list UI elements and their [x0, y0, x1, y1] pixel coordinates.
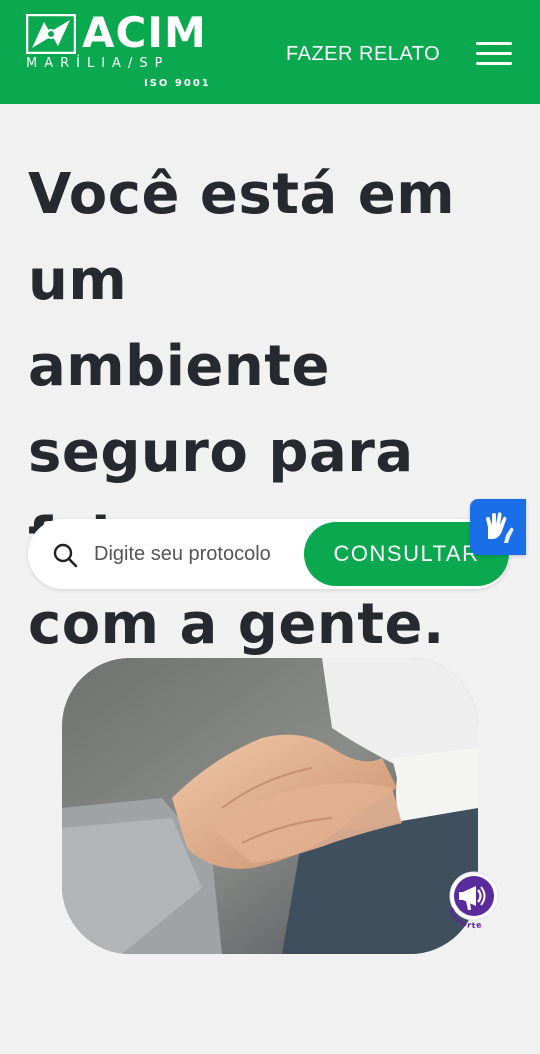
hero-photo-holding-hands	[62, 658, 478, 954]
logo-certification: ISO 9001	[144, 78, 211, 89]
reporte-label: Reporte	[446, 907, 484, 930]
reporte-widget-button[interactable]: Reporte	[436, 866, 512, 942]
protocol-input[interactable]	[94, 537, 292, 571]
svg-text:Reporte: Reporte	[446, 907, 484, 930]
reporte-label-text: Reporte	[446, 907, 483, 930]
top-header: ACIM MARÍLIA/SP ISO 9001 FAZER RELATO	[0, 0, 540, 104]
acim-logo-mark	[26, 14, 76, 54]
vlibras-accessibility-button[interactable]	[470, 499, 526, 555]
fazer-relato-link[interactable]: FAZER RELATO	[286, 42, 440, 66]
holding-hands-illustration	[62, 658, 478, 954]
logo-city: MARÍLIA/SP	[26, 56, 170, 71]
logo-wordmark: ACIM	[82, 8, 207, 57]
protocol-search-bar: CONSULTAR	[28, 519, 510, 589]
acim-logo[interactable]: ACIM MARÍLIA/SP ISO 9001	[26, 8, 216, 92]
hamburger-menu-icon[interactable]	[474, 40, 514, 68]
sign-language-hands-icon	[486, 512, 514, 543]
hero-title: Você está em um ambiente seguro para fal…	[28, 162, 456, 657]
search-icon	[53, 543, 78, 568]
